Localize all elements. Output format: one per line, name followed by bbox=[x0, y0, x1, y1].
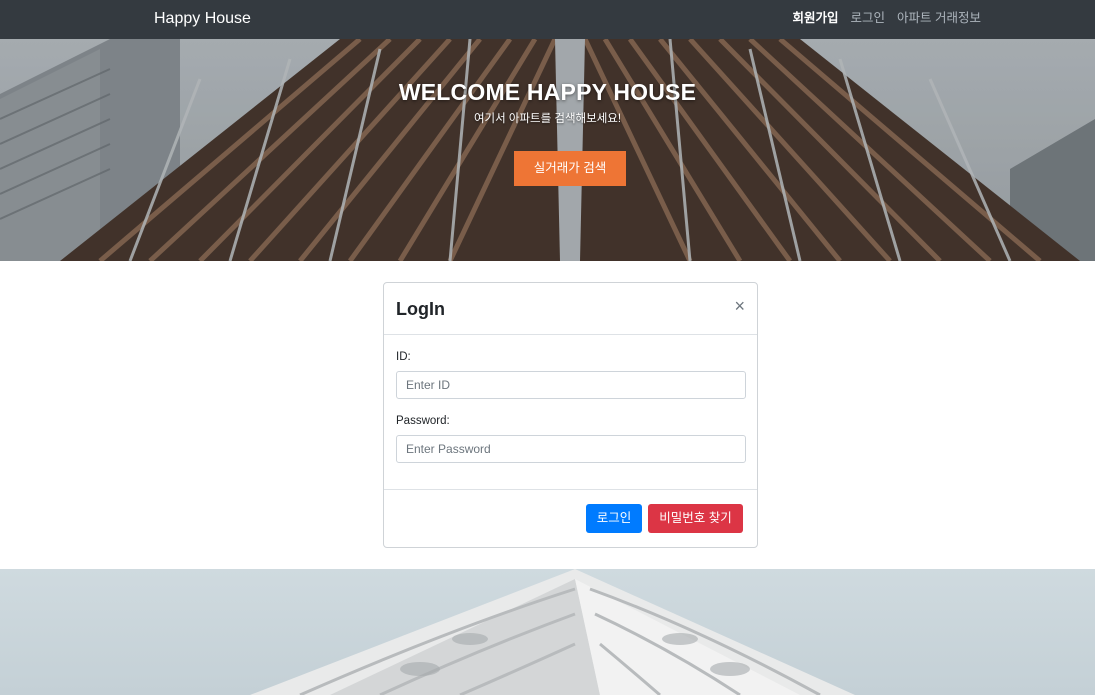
password-input[interactable] bbox=[396, 435, 746, 463]
id-input[interactable] bbox=[396, 371, 746, 399]
modal-header: LogIn × bbox=[384, 283, 757, 335]
hero-subtitle: 여기서 아파트를 검색해보세요! bbox=[473, 113, 622, 125]
login-button[interactable]: 로그인 bbox=[586, 504, 642, 533]
brand-logo[interactable]: Happy House bbox=[154, 10, 251, 28]
modal-title: LogIn bbox=[396, 299, 445, 319]
nav-apt-deals-link[interactable]: 아파트 거래정보 bbox=[897, 10, 981, 26]
top-navbar: Happy House 회원가입 로그인 아파트 거래정보 bbox=[0, 0, 1095, 39]
hero-banner: WELCOME HAPPY HOUSE 여기서 아파트를 검색해보세요! 실거래… bbox=[0, 39, 1095, 261]
bottom-building-image bbox=[0, 569, 1095, 695]
nav-signup-link[interactable]: 회원가입 bbox=[792, 10, 838, 26]
password-label: Password: bbox=[396, 415, 450, 427]
id-label: ID: bbox=[396, 351, 411, 363]
login-modal: LogIn × ID: Password: 로그인 비밀번호 찾기 bbox=[383, 282, 758, 548]
search-deals-button[interactable]: 실거래가 검색 bbox=[514, 151, 626, 186]
nav-links: 회원가입 로그인 아파트 거래정보 bbox=[792, 10, 981, 26]
find-password-button[interactable]: 비밀번호 찾기 bbox=[648, 504, 743, 533]
close-icon[interactable]: × bbox=[734, 296, 745, 316]
hero-building-image bbox=[0, 39, 1095, 261]
nav-login-link[interactable]: 로그인 bbox=[851, 10, 886, 26]
modal-footer-divider bbox=[384, 489, 757, 490]
hero-title: WELCOME HAPPY HOUSE bbox=[398, 79, 697, 105]
